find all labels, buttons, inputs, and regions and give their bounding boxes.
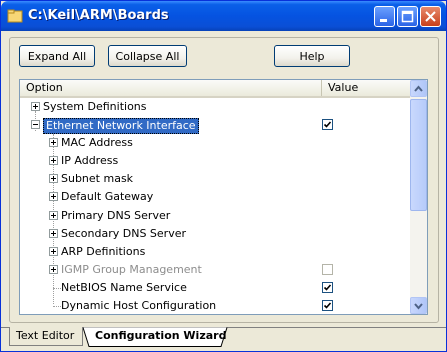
tree-row[interactable]: NetBIOS Name Service <box>20 279 410 297</box>
tree-row-label[interactable]: IGMP Group Management <box>61 263 202 277</box>
tree-line <box>53 306 61 308</box>
column-header: Option Value <box>20 80 410 98</box>
expand-all-button[interactable]: Expand All <box>19 45 95 67</box>
expand-plus-icon[interactable] <box>49 228 58 238</box>
option-column-header[interactable]: Option <box>20 80 322 96</box>
tab-configuration-wizard[interactable]: Configuration Wizard <box>85 327 226 346</box>
expand-plus-icon[interactable] <box>49 210 58 220</box>
expand-plus-icon[interactable] <box>49 174 58 184</box>
window-title: C:\Keil\ARM\Boards <box>28 8 169 23</box>
expand-plus-icon[interactable] <box>31 102 40 111</box>
vertical-scrollbar[interactable] <box>410 80 427 314</box>
tree-row[interactable]: Default Gateway <box>20 188 410 206</box>
value-checkbox[interactable] <box>322 281 333 293</box>
tree-rows: System Definitions Ethernet Network Inter… <box>20 98 410 314</box>
tree-row-label[interactable]: IP Address <box>61 154 118 168</box>
tree-row-label[interactable]: ARP Definitions <box>61 245 145 259</box>
expand-plus-icon[interactable] <box>49 246 58 256</box>
tree-row-label[interactable]: Dynamic Host Configuration <box>61 299 216 313</box>
tree-row[interactable]: Primary DNS Server <box>20 207 410 225</box>
tree-row-label[interactable]: NetBIOS Name Service <box>61 281 187 295</box>
checkmark-icon <box>323 284 332 291</box>
tree-row[interactable]: ARP Definitions <box>20 243 410 261</box>
tree-row-label[interactable]: Primary DNS Server <box>61 209 170 223</box>
value-checkbox[interactable] <box>322 263 333 275</box>
help-button[interactable]: Help <box>274 45 350 67</box>
value-checkbox[interactable] <box>322 300 333 312</box>
close-button[interactable] <box>420 6 441 27</box>
close-icon <box>425 11 436 22</box>
tree-line <box>53 287 61 289</box>
scroll-down-button[interactable] <box>410 297 427 314</box>
configuration-tree[interactable]: Option Value System Definitions Ethernet … <box>19 79 428 315</box>
value-column-header[interactable]: Value <box>322 80 410 96</box>
tree-row-label[interactable]: MAC Address <box>61 136 133 150</box>
expand-plus-icon[interactable] <box>49 264 58 274</box>
tree-row-label[interactable]: Default Gateway <box>61 190 153 204</box>
tree-row[interactable]: Ethernet Network Interface <box>20 116 410 135</box>
scroll-up-arrow-icon <box>414 85 423 92</box>
tree-row-label[interactable]: Ethernet Network Interface <box>43 118 199 135</box>
tree-row-label[interactable]: System Definitions <box>43 100 147 114</box>
tree-row[interactable]: Subnet mask <box>20 170 410 188</box>
checkmark-icon <box>323 121 332 128</box>
expand-plus-icon[interactable] <box>49 192 58 202</box>
value-checkbox[interactable] <box>322 119 333 131</box>
editor-tabs: Text Editor Configuration Wizard <box>1 327 446 351</box>
scroll-down-arrow-icon <box>414 303 423 310</box>
minimize-icon <box>380 19 387 22</box>
folder-icon <box>7 8 23 24</box>
tree-row[interactable]: IP Address <box>20 152 410 170</box>
tree-row[interactable]: IGMP Group Management <box>20 261 410 279</box>
checkmark-icon <box>323 302 332 309</box>
window: C:\Keil\ARM\Boards Expand All Collapse A… <box>0 0 447 352</box>
tree-row[interactable]: System Definitions <box>20 98 410 116</box>
expand-plus-icon[interactable] <box>49 138 58 148</box>
collapse-minus-icon[interactable] <box>31 120 40 130</box>
maximize-button[interactable] <box>397 6 418 27</box>
collapse-all-button[interactable]: Collapse All <box>108 45 187 67</box>
tree-row[interactable]: Dynamic Host Configuration <box>20 297 410 314</box>
title-bar[interactable]: C:\Keil\ARM\Boards <box>1 1 446 31</box>
tree-row[interactable]: Secondary DNS Server <box>20 225 410 243</box>
tree-row[interactable]: MAC Address <box>20 134 410 152</box>
scrollbar-thumb[interactable] <box>410 99 427 211</box>
maximize-icon <box>401 10 414 23</box>
expand-plus-icon[interactable] <box>49 156 58 166</box>
tab-text-editor[interactable]: Text Editor <box>9 327 83 346</box>
scroll-up-button[interactable] <box>410 80 427 97</box>
tree-row-label[interactable]: Secondary DNS Server <box>61 227 186 241</box>
tree-row-label[interactable]: Subnet mask <box>61 172 133 186</box>
minimize-button[interactable] <box>374 6 395 27</box>
